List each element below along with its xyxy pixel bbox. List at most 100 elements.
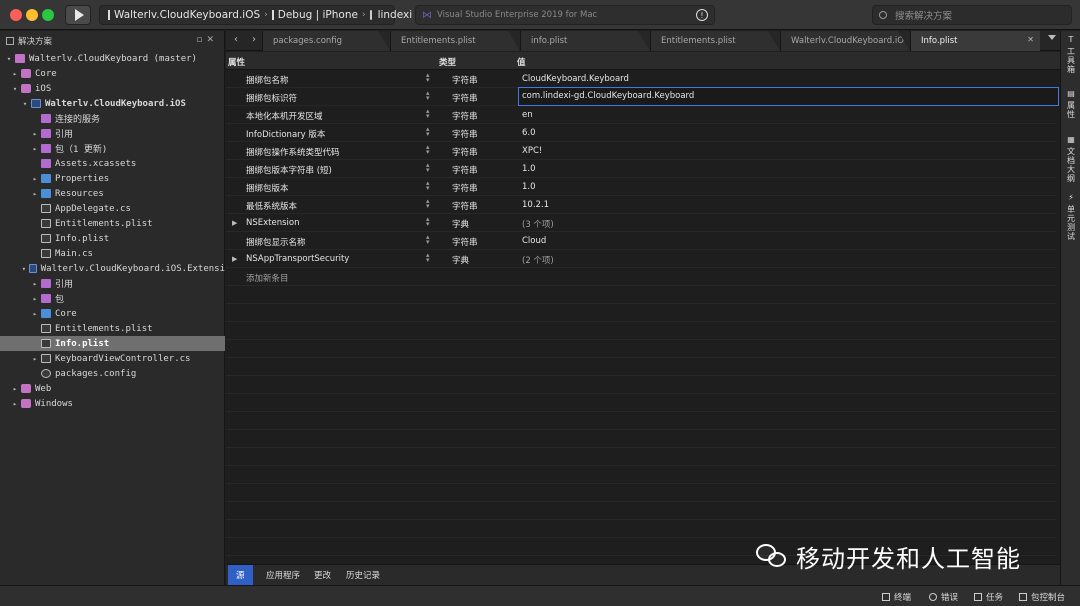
view-tab[interactable]: 应用程序 bbox=[258, 565, 308, 585]
tree-expander-icon[interactable]: ▸ bbox=[10, 385, 20, 393]
type-stepper-icon[interactable]: ▴ ▾ bbox=[426, 144, 430, 156]
view-tab[interactable]: 历史记录 bbox=[338, 565, 388, 585]
expand-arrow-icon[interactable]: ▶ bbox=[232, 255, 237, 263]
dock-button[interactable]: T 工具箱 bbox=[1065, 35, 1077, 74]
type-column-header[interactable]: 类型 bbox=[439, 56, 456, 68]
tab-info-plist[interactable]: Info.plist ✕ bbox=[910, 31, 1040, 51]
tree-item[interactable]: Main.cs bbox=[0, 246, 225, 261]
statusbar-button[interactable]: 终端 bbox=[882, 591, 911, 603]
plist-type[interactable]: 字符串 bbox=[452, 92, 478, 104]
tree-item[interactable]: ▸ Core bbox=[0, 306, 225, 321]
plist-value[interactable]: (3 个项) bbox=[522, 218, 554, 230]
type-stepper-icon[interactable]: ▴ ▾ bbox=[426, 162, 430, 174]
nav-back-icon[interactable]: ‹ bbox=[234, 34, 238, 45]
plist-key[interactable]: 捆绑包版本 bbox=[246, 182, 289, 194]
plist-row[interactable]: ▶ NSExtension ▴ ▾ 字典 (3 个项) bbox=[226, 214, 1056, 232]
type-stepper-icon[interactable]: ▴ ▾ bbox=[426, 72, 430, 84]
plist-value[interactable]: 6.0 bbox=[522, 128, 536, 138]
plist-key[interactable]: 捆绑包标识符 bbox=[246, 92, 297, 104]
tab-list-dropdown-icon[interactable] bbox=[1048, 35, 1056, 40]
pad-window-buttons[interactable]: ▫✕ bbox=[196, 35, 218, 45]
type-stepper-icon[interactable]: ▴ ▾ bbox=[426, 198, 430, 210]
run-button[interactable] bbox=[65, 5, 91, 25]
plist-value[interactable]: Cloud bbox=[522, 236, 546, 246]
type-stepper-icon[interactable]: ▴ ▾ bbox=[426, 108, 430, 120]
plist-row[interactable]: 捆绑包版本字符串 (短) ▴ ▾ 字符串 1.0 bbox=[226, 160, 1056, 178]
dock-button[interactable]: ▦ 文档大纲 bbox=[1065, 135, 1077, 183]
tree-item[interactable]: ▸ Web bbox=[0, 381, 225, 396]
tree-item[interactable]: ▸ Core bbox=[0, 66, 225, 81]
plist-key[interactable]: 最低系统版本 bbox=[246, 200, 297, 212]
plist-row[interactable]: 本地化本机开发区域 ▴ ▾ 字符串 en bbox=[226, 106, 1056, 124]
plist-key[interactable]: InfoDictionary 版本 bbox=[246, 128, 325, 140]
tree-item[interactable]: AppDelegate.cs bbox=[0, 201, 225, 216]
run-configuration-selector[interactable]: Walterlv.CloudKeyboard.iOS › Debug | iPh… bbox=[99, 5, 412, 25]
plist-type[interactable]: 字符串 bbox=[452, 200, 478, 212]
plist-value[interactable]: CloudKeyboard.Keyboard bbox=[522, 74, 629, 84]
nav-forward-icon[interactable]: › bbox=[252, 34, 256, 45]
plist-value[interactable]: 1.0 bbox=[522, 182, 536, 192]
add-new-entry-row[interactable]: 添加新条目 bbox=[226, 268, 1056, 286]
tab-info-plist[interactable]: info.plist bbox=[520, 31, 650, 51]
close-tab-icon[interactable]: ✕ bbox=[1027, 35, 1034, 44]
tree-expander-icon[interactable]: ▸ bbox=[30, 295, 40, 303]
tree-item[interactable]: Info.plist bbox=[0, 336, 225, 351]
plist-row[interactable]: InfoDictionary 版本 ▴ ▾ 字符串 6.0 bbox=[226, 124, 1056, 142]
tree-item[interactable]: Entitlements.plist bbox=[0, 216, 225, 231]
type-stepper-icon[interactable]: ▴ ▾ bbox=[426, 252, 430, 264]
plist-key[interactable]: 本地化本机开发区域 bbox=[246, 110, 323, 122]
plist-type[interactable]: 字符串 bbox=[452, 164, 478, 176]
plist-value[interactable]: (2 个项) bbox=[522, 254, 554, 266]
solution-search-input[interactable]: 搜索解决方案 bbox=[872, 5, 1072, 25]
plist-value[interactable]: 10.2.1 bbox=[522, 200, 549, 210]
tree-item[interactable]: ▾ Walterlv.CloudKeyboard.iOS.Extensi bbox=[0, 261, 225, 276]
plist-type[interactable]: 字符串 bbox=[452, 74, 478, 86]
plist-value[interactable]: 1.0 bbox=[522, 164, 536, 174]
plist-row[interactable]: 捆绑包版本 ▴ ▾ 字符串 1.0 bbox=[226, 178, 1056, 196]
tree-item[interactable]: ▸ Windows bbox=[0, 396, 225, 411]
tree-expander-icon[interactable]: ▾ bbox=[10, 85, 20, 93]
view-tab[interactable]: 源 bbox=[228, 565, 253, 585]
tree-item[interactable]: ▾ Walterlv.CloudKeyboard.iOS bbox=[0, 96, 225, 111]
plist-key[interactable]: NSAppTransportSecurity bbox=[246, 254, 349, 264]
info-icon[interactable]: ! bbox=[696, 9, 708, 21]
plist-type[interactable]: 字符串 bbox=[452, 110, 478, 122]
plist-type[interactable]: 字符串 bbox=[452, 236, 478, 248]
tree-item[interactable]: 连接的服务 bbox=[0, 111, 225, 126]
statusbar-button[interactable]: 任务 bbox=[974, 591, 1003, 603]
tab-entitlements-plist[interactable]: Entitlements.plist bbox=[390, 31, 520, 51]
type-stepper-icon[interactable]: ▴ ▾ bbox=[426, 180, 430, 192]
zoom-window-button[interactable] bbox=[42, 9, 54, 21]
plist-key[interactable]: 捆绑包版本字符串 (短) bbox=[246, 164, 332, 176]
tree-expander-icon[interactable]: ▸ bbox=[30, 310, 40, 318]
plist-type[interactable]: 字符串 bbox=[452, 128, 478, 140]
plist-value[interactable]: en bbox=[522, 110, 533, 120]
add-new-entry-label[interactable]: 添加新条目 bbox=[246, 272, 289, 284]
expand-arrow-icon[interactable]: ▶ bbox=[232, 219, 237, 227]
plist-row[interactable]: 捆绑包名称 ▴ ▾ 字符串 CloudKeyboard.Keyboard bbox=[226, 70, 1056, 88]
tree-item[interactable]: ▸ 包（1 更新) bbox=[0, 141, 225, 156]
run-device-label[interactable]: lindexi bbox=[378, 9, 413, 21]
tree-expander-icon[interactable]: ▸ bbox=[30, 355, 40, 363]
tree-expander-icon[interactable]: ▸ bbox=[30, 280, 40, 288]
plist-value[interactable]: com.lindexi-gd.CloudKeyboard.Keyboard bbox=[522, 91, 694, 101]
tree-item[interactable]: ▸ 引用 bbox=[0, 276, 225, 291]
tree-expander-icon[interactable]: ▸ bbox=[30, 175, 40, 183]
plist-row[interactable]: 捆绑包显示名称 ▴ ▾ 字符串 Cloud bbox=[226, 232, 1056, 250]
plist-key[interactable]: 捆绑包操作系统类型代码 bbox=[246, 146, 340, 158]
tab-packages-config[interactable]: packages.config bbox=[262, 31, 390, 51]
type-stepper-icon[interactable]: ▴ ▾ bbox=[426, 216, 430, 228]
tab-entitlements-plist[interactable]: Entitlements.plist bbox=[650, 31, 780, 51]
tree-expander-icon[interactable]: ▾ bbox=[20, 100, 30, 108]
tree-item[interactable]: ▾ Walterlv.CloudKeyboard (master) bbox=[0, 51, 225, 66]
tab-walterlv-cloudkeyboard-io[interactable]: Walterlv.CloudKeyboard.iO bbox=[780, 31, 910, 51]
plist-key[interactable]: 捆绑包显示名称 bbox=[246, 236, 306, 248]
dock-button[interactable]: ▤ 属性 bbox=[1065, 89, 1077, 119]
plist-row[interactable]: 捆绑包标识符 ▴ ▾ 字符串 com.lindexi-gd.CloudKeyboard… bbox=[226, 87, 1059, 106]
tree-item[interactable]: Info.plist bbox=[0, 231, 225, 246]
run-project-label[interactable]: Walterlv.CloudKeyboard.iOS bbox=[114, 9, 260, 21]
plist-key[interactable]: 捆绑包名称 bbox=[246, 74, 289, 86]
run-config-label[interactable]: Debug | iPhone bbox=[278, 9, 358, 21]
statusbar-button[interactable]: 错误 bbox=[929, 591, 958, 603]
plist-key[interactable]: NSExtension bbox=[246, 218, 299, 228]
